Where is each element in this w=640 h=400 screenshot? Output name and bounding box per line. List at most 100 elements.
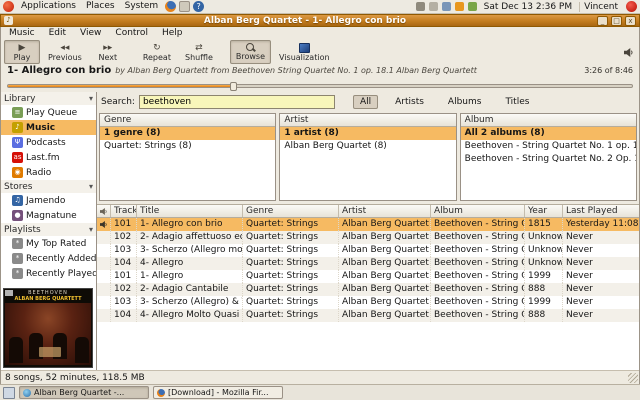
firefox-launcher-icon[interactable]: [165, 1, 177, 12]
search-filters: All Artists Albums Titles: [352, 95, 536, 109]
filter-artists-button[interactable]: Artists: [388, 95, 431, 109]
close-button[interactable]: x: [625, 15, 636, 26]
help-launcher-icon[interactable]: ?: [193, 1, 205, 12]
maximize-button[interactable]: □: [611, 15, 622, 26]
volume-button[interactable]: [624, 47, 636, 57]
toolbar-shuffle-button[interactable]: ⇄ Shuffle: [179, 40, 219, 64]
minimize-button[interactable]: _: [597, 15, 608, 26]
volume-tray-icon[interactable]: [415, 2, 425, 11]
browser-item[interactable]: 1 artist (8): [280, 127, 456, 140]
toolbar-visualization-button[interactable]: Visualization: [273, 40, 336, 64]
column-header-title[interactable]: Title: [137, 205, 243, 217]
toolbar-repeat-button[interactable]: ↻ Repeat: [137, 40, 177, 64]
taskbar-window-rhythmbox[interactable]: Alban Berg Quartet -...: [19, 386, 149, 399]
table-row[interactable]: 102 2- Adagio Cantabile Quartet: Strings Al…: [97, 283, 639, 296]
cell-artist: Alban Berg Quartet: [339, 244, 431, 257]
menu-music[interactable]: Music: [3, 27, 41, 39]
table-row[interactable]: 1033- Scherzo (Allegro molto) & TriQuart…: [97, 244, 639, 257]
cell-title: 3- Scherzo (Allegro molto) & Tri: [137, 244, 243, 257]
ubuntu-logo-icon[interactable]: [3, 1, 14, 12]
cell-artist: Alban Berg Quartet: [339, 218, 431, 231]
seek-thumb[interactable]: [229, 82, 237, 91]
sidebar-section-library[interactable]: Library ▾: [1, 92, 96, 105]
column-header-album[interactable]: Album: [431, 205, 525, 217]
table-row[interactable]: 1033- Scherzo (Allegro) & TrioQuartet: S…: [97, 296, 639, 309]
sidebar-item-radio[interactable]: ◉ Radio: [1, 165, 96, 180]
sidebar-item-last-fm[interactable]: as Last.fm: [1, 150, 96, 165]
filter-titles-button[interactable]: Titles: [498, 95, 536, 109]
filter-albums-button[interactable]: Albums: [441, 95, 489, 109]
menu-help[interactable]: Help: [156, 27, 189, 39]
menu-edit[interactable]: Edit: [43, 27, 72, 39]
header-playing-column[interactable]: [97, 205, 111, 217]
toolbar-play-button[interactable]: ▶ Play: [4, 40, 40, 64]
browser-header-artist[interactable]: Artist: [280, 114, 456, 127]
filter-all-button[interactable]: All: [352, 95, 379, 109]
toolbar-previous-button[interactable]: ◂◂ Previous: [42, 40, 88, 64]
browser-header-genre[interactable]: Genre: [100, 114, 276, 127]
resize-grip[interactable]: [628, 373, 638, 383]
taskbar-window-firefox[interactable]: [Download] - Mozilla Fir...: [153, 386, 283, 399]
network-tray-icon[interactable]: [441, 2, 451, 11]
menu-control[interactable]: Control: [109, 27, 154, 39]
sidebar-item-podcasts[interactable]: Ψ Podcasts: [1, 135, 96, 150]
browser-item[interactable]: Beethoven - String Quartet No. 1 op. 18.…: [461, 140, 636, 153]
show-desktop-icon[interactable]: [3, 386, 15, 399]
album-art-photo: [5, 303, 91, 365]
sidebar-item-recently-added[interactable]: * Recently Added: [1, 251, 96, 266]
column-header-genre[interactable]: Genre: [243, 205, 339, 217]
notification-tray-icon[interactable]: [428, 2, 438, 11]
taskbar-window-label: [Download] - Mozilla Fir...: [168, 388, 269, 397]
now-playing-byline: by Alban Berg Quartett from Beethoven St…: [115, 66, 477, 75]
search-input[interactable]: [138, 95, 335, 109]
clock[interactable]: Sat Dec 13 2:36 PM: [481, 2, 576, 12]
battery-tray-icon[interactable]: [467, 2, 477, 11]
auto-playlist-icon: *: [12, 238, 23, 249]
table-row[interactable]: 101 1- Allegro Quartet: Strings Alban Berg …: [97, 270, 639, 283]
panel-menu-system[interactable]: System: [121, 0, 163, 13]
seek-fill: [8, 85, 233, 87]
browser-header-album[interactable]: Album: [460, 114, 636, 127]
panel-menu-places[interactable]: Places: [82, 0, 119, 13]
toolbar-repeat-label: Repeat: [142, 52, 171, 62]
sidebar-item-recently-played[interactable]: * Recently Played: [1, 266, 96, 281]
browser-item[interactable]: 1 genre (8): [100, 127, 276, 140]
seek-trough[interactable]: [7, 82, 633, 91]
mail-launcher-icon[interactable]: [179, 1, 191, 12]
menu-view[interactable]: View: [74, 27, 107, 39]
logout-icon[interactable]: [626, 1, 637, 12]
sidebar-item-play-queue[interactable]: ≡ Play Queue: [1, 105, 96, 120]
column-header-year[interactable]: Year: [525, 205, 563, 217]
table-row[interactable]: 104 4- Allegro Quartet: Strings Alban Berg …: [97, 257, 639, 270]
toolbar-browse-label: Browse: [235, 52, 265, 61]
now-playing-title: 1- Allegro con brio: [7, 65, 112, 76]
sidebar-item-my-top-rated[interactable]: * My Top Rated: [1, 236, 96, 251]
cell-year: 888: [525, 283, 563, 296]
toolbar-browse-button[interactable]: Browse: [229, 40, 271, 64]
panel-menu-applications[interactable]: Applications: [17, 0, 80, 13]
table-row[interactable]: 1022- Adagio affettuoso ed appas...Quart…: [97, 231, 639, 244]
toolbar-next-label: Next: [98, 52, 118, 62]
cell-track: 102: [111, 231, 137, 244]
browser-item[interactable]: All 2 albums (8): [460, 127, 636, 140]
sidebar-section-playlists[interactable]: Playlists ▾: [1, 223, 96, 236]
window-titlebar[interactable]: ♪ Alban Berg Quartet - 1- Allegro con br…: [0, 14, 640, 27]
sidebar-item-jamendo[interactable]: ♫ Jamendo: [1, 193, 96, 208]
user-menu[interactable]: Vincent: [579, 1, 622, 12]
browser-item[interactable]: Alban Berg Quartet (8): [280, 140, 455, 153]
column-header-last-played[interactable]: Last Played: [563, 205, 639, 217]
column-header-track[interactable]: Track: [111, 205, 137, 217]
column-header-artist[interactable]: Artist: [339, 205, 431, 217]
browser-item[interactable]: Quartet: Strings (8): [100, 140, 275, 153]
table-row[interactable]: 101 1- Allegro con brio Quartet: Strings Al…: [97, 218, 639, 231]
chevron-down-icon: ▾: [88, 225, 93, 234]
sidebar-section-stores[interactable]: Stores ▾: [1, 180, 96, 193]
table-row[interactable]: 1044- Allegro Molto Quasi PrestoQuartet:…: [97, 309, 639, 322]
update-tray-icon[interactable]: [454, 2, 464, 11]
sidebar-item-magnatune[interactable]: ● Magnatune: [1, 208, 96, 223]
cell-title: 1- Allegro: [137, 270, 243, 283]
toolbar-next-button[interactable]: ▸▸ Next: [90, 40, 126, 64]
cell-last_played: Never: [566, 258, 593, 268]
browser-item[interactable]: Beethoven - String Quartet No. 2 Op. 18.…: [461, 153, 636, 166]
sidebar-item-music[interactable]: ♪ Music: [1, 120, 96, 135]
